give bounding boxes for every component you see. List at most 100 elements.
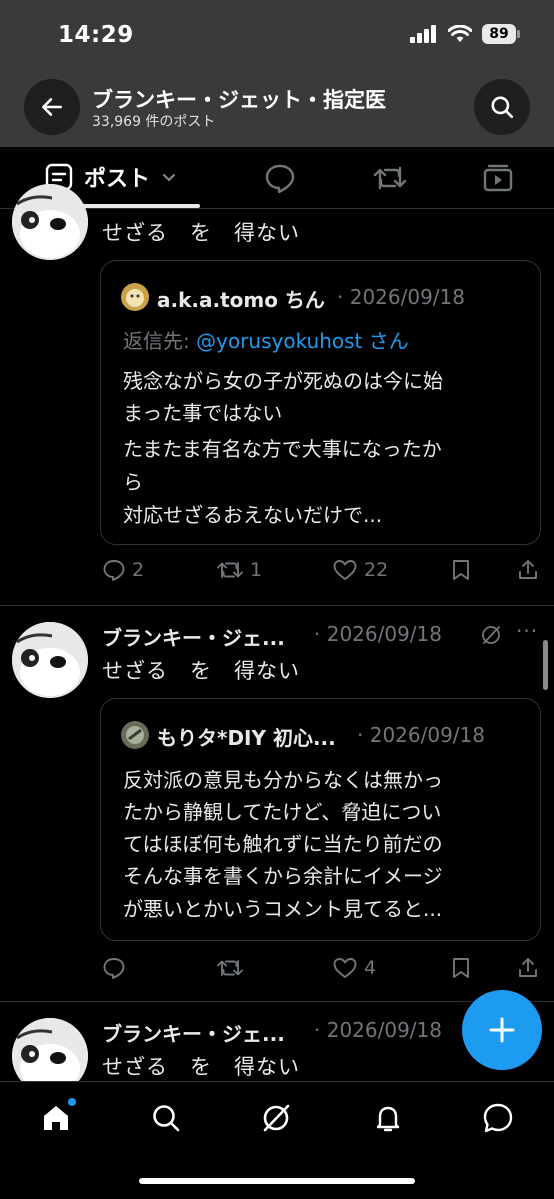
avatar[interactable] [12, 184, 88, 260]
like-button[interactable]: 22 [332, 558, 388, 582]
tab-reposts-icon[interactable] [372, 162, 408, 194]
repost-count: 1 [250, 559, 263, 581]
quoted-post[interactable]: a.k.a.tomo ちん · 2026/09/18 返信先: @yorusyo… [100, 260, 541, 545]
plus-icon [489, 1017, 515, 1043]
post-actions: 2 1 22 [0, 558, 554, 588]
reply-button[interactable] [102, 956, 132, 980]
quoted-text-line: たまたま有名な方で大事になったか [123, 437, 442, 461]
search-button[interactable] [474, 79, 530, 135]
post-actions: 4 [0, 956, 554, 986]
scrollbar[interactable] [543, 640, 548, 690]
tab-posts-label: ポスト [84, 167, 151, 192]
tab-replies-icon[interactable] [264, 162, 296, 194]
page-title: ブランキー・ジェット・指定医 [92, 88, 386, 112]
chevron-down-icon [163, 174, 176, 182]
avatar[interactable] [12, 1018, 88, 1081]
post-text: せざる を 得ない [102, 1055, 300, 1079]
header-bar: 14:29 89 ブランキー・ジェット・指定医 33,969 件のポスト [0, 0, 554, 147]
share-icon [519, 560, 537, 579]
post-count: 33,969 件のポスト [92, 114, 216, 130]
like-count: 22 [364, 559, 389, 581]
grok-icon[interactable] [480, 624, 502, 646]
tab-media-icon[interactable] [482, 162, 514, 194]
quoted-avatar [121, 283, 149, 311]
avatar-image [121, 721, 149, 749]
author-name[interactable]: ブランキー・ジェ... [102, 622, 285, 651]
battery-level: 89 [489, 26, 509, 42]
reply-button[interactable]: 2 [102, 558, 144, 582]
repost-button[interactable] [216, 956, 250, 980]
status-icons: 89 [410, 24, 520, 44]
avatar-image [121, 283, 149, 311]
avatar[interactable] [12, 622, 88, 698]
like-button[interactable]: 4 [332, 956, 376, 980]
quoted-post-date: · 2026/09/18 [357, 723, 485, 747]
share-button[interactable] [516, 956, 540, 980]
quoted-text-line: まった事ではない [123, 401, 283, 425]
quoted-text-line: たから静観してたけど、脅迫につい [123, 800, 442, 824]
search-icon [491, 96, 514, 119]
bookmark-button[interactable] [450, 558, 472, 582]
quoted-text-line: てはほぼ何も触れずに当たり前だの [123, 832, 443, 856]
status-time: 14:29 [58, 22, 134, 48]
quoted-text-line: 反対派の意見も分からなくは無かっ [123, 768, 443, 792]
dog-avatar-image [12, 622, 88, 698]
quoted-author-name: もりタ*DIY 初心... [157, 726, 336, 750]
post-date: · 2026/09/18 [314, 1018, 442, 1042]
wifi-icon [448, 25, 472, 42]
reply-count: 2 [132, 559, 145, 581]
like-count: 4 [364, 957, 377, 979]
home-indicator[interactable] [139, 1178, 415, 1184]
nav-messages[interactable] [480, 1100, 516, 1136]
quoted-text-line: が悪いとかいうコメント見てると... [123, 897, 443, 921]
author-name[interactable]: ブランキー・ジェ... [102, 1018, 285, 1047]
search-icon [153, 1105, 180, 1132]
bookmark-button[interactable] [450, 956, 472, 980]
grok-icon [263, 1104, 290, 1132]
repost-button[interactable]: 1 [216, 558, 262, 582]
repost-icon [217, 960, 243, 976]
signal-icon [410, 25, 436, 43]
quoted-post[interactable]: もりタ*DIY 初心... · 2026/09/18 反対派の意見も分からなくは… [100, 698, 541, 941]
quoted-text-line: ら [123, 470, 143, 494]
reply-icon [103, 560, 125, 581]
notification-dot [68, 1098, 76, 1106]
share-icon [519, 958, 537, 977]
share-button[interactable] [516, 558, 540, 582]
post-item[interactable]: せざる を 得ない a.k.a.tomo ちん · 2026/09/18 返信先… [0, 184, 554, 605]
dog-avatar-image [12, 184, 88, 260]
nav-grok[interactable] [258, 1100, 294, 1136]
post-date: · 2026/09/18 [314, 622, 442, 646]
battery-indicator: 89 [482, 24, 520, 44]
nav-search[interactable] [148, 1100, 184, 1136]
heart-icon [333, 958, 357, 978]
reply-mention-link[interactable]: @yorusyokuhost さん [196, 329, 409, 353]
repost-icon [217, 562, 243, 578]
nav-home[interactable] [38, 1098, 76, 1136]
post-item[interactable]: ブランキー・ジェ... · 2026/09/18 ··· せざる を 得ない も… [0, 606, 554, 1001]
tab-bar: ポスト [0, 147, 554, 209]
quoted-avatar [121, 721, 149, 749]
quoted-text-line: そんな事を書くから余計にイメージ [123, 864, 443, 888]
home-icon [44, 1106, 68, 1130]
quoted-post-date: · 2026/09/18 [337, 285, 465, 309]
quoted-text-line: 対応せざるおえないだけで... [123, 503, 383, 527]
reply-to-line: 返信先: @yorusyokuhost さん [123, 325, 409, 354]
bookmark-icon [453, 560, 469, 580]
quoted-text-line: 残念ながら女の子が死ぬのは今に始 [123, 369, 443, 393]
compose-button[interactable] [462, 990, 542, 1070]
post-text: せざる を 得ない [102, 221, 300, 245]
reply-icon [103, 958, 125, 979]
quoted-author-name: a.k.a.tomo ちん [157, 288, 325, 312]
nav-notifications[interactable] [370, 1100, 406, 1136]
dog-avatar-image [12, 1018, 88, 1081]
back-button[interactable] [24, 79, 80, 135]
more-options-icon[interactable]: ··· [516, 619, 538, 643]
post-text: せざる を 得ない [102, 659, 300, 683]
reply-to-label: 返信先: [123, 329, 197, 353]
heart-icon [333, 560, 357, 580]
chat-icon [483, 1103, 513, 1133]
bookmark-icon [453, 958, 469, 978]
arrow-left-icon [42, 98, 62, 116]
bell-icon [376, 1106, 400, 1132]
